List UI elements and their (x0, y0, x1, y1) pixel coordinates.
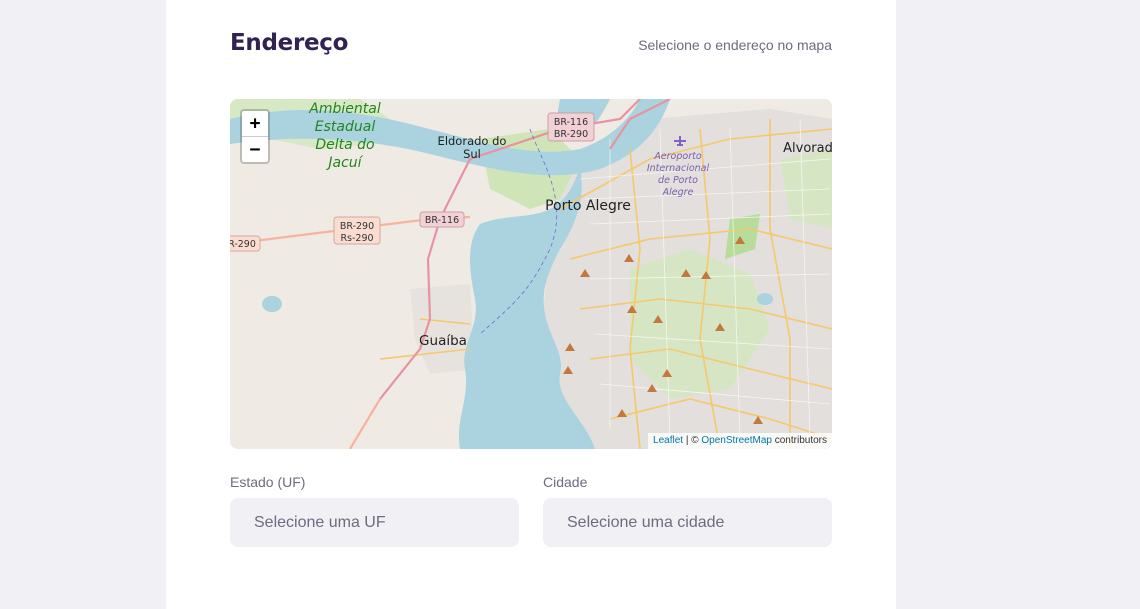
shield-text: R-290 (230, 239, 256, 250)
shield-text: Rs-290 (340, 233, 373, 244)
attribution-separator: | © (683, 435, 702, 446)
address-card: Endereço Selecione o endereço no mapa BR… (166, 0, 896, 609)
city-select[interactable]: Selecione uma cidade (543, 498, 832, 547)
park-label: Jacuí (325, 155, 363, 171)
park-label: Ambiental (308, 101, 381, 117)
shield-text: BR-116 (425, 215, 459, 226)
city-label: Sul (463, 147, 481, 161)
map-attribution: Leaflet | © OpenStreetMap contributors (648, 433, 832, 449)
section-subtitle: Selecione o endereço no mapa (638, 37, 832, 53)
park-label: Delta do (315, 137, 374, 153)
attribution-suffix: contributors (771, 435, 827, 446)
leaflet-link[interactable]: Leaflet (653, 435, 683, 446)
zoom-out-button[interactable]: − (242, 136, 268, 162)
city-label: Eldorado do (438, 134, 507, 148)
shield-text: BR-290 (554, 129, 588, 140)
map-view[interactable]: BR-116 BR-290 BR-116 BR-290 Rs-290 R-290… (230, 99, 832, 449)
park-label: Estadual (315, 119, 376, 135)
city-label: Guaíba (419, 333, 467, 349)
zoom-in-button[interactable]: + (242, 111, 268, 136)
state-label: Estado (UF) (230, 474, 306, 490)
water-pond-east (757, 293, 773, 305)
airport-label: de Porto (658, 175, 698, 186)
airport-label: Alegre (662, 187, 694, 198)
city-label: Cidade (543, 474, 588, 490)
map-tiles[interactable]: BR-116 BR-290 BR-116 BR-290 Rs-290 R-290… (230, 99, 832, 449)
shield-text: BR-290 (340, 221, 374, 232)
state-select[interactable]: Selecione uma UF (230, 498, 519, 547)
airport-label: Internacional (647, 163, 710, 174)
zoom-control: + − (240, 109, 270, 164)
shield-text: BR-116 (554, 117, 588, 128)
city-label: Porto Alegre (545, 198, 631, 214)
osm-link[interactable]: OpenStreetMap (701, 435, 772, 446)
water-pond (262, 296, 282, 312)
section-title: Endereço (230, 30, 349, 56)
airport-label: Aeroporto (653, 151, 702, 162)
city-label: Alvorad (783, 141, 832, 156)
